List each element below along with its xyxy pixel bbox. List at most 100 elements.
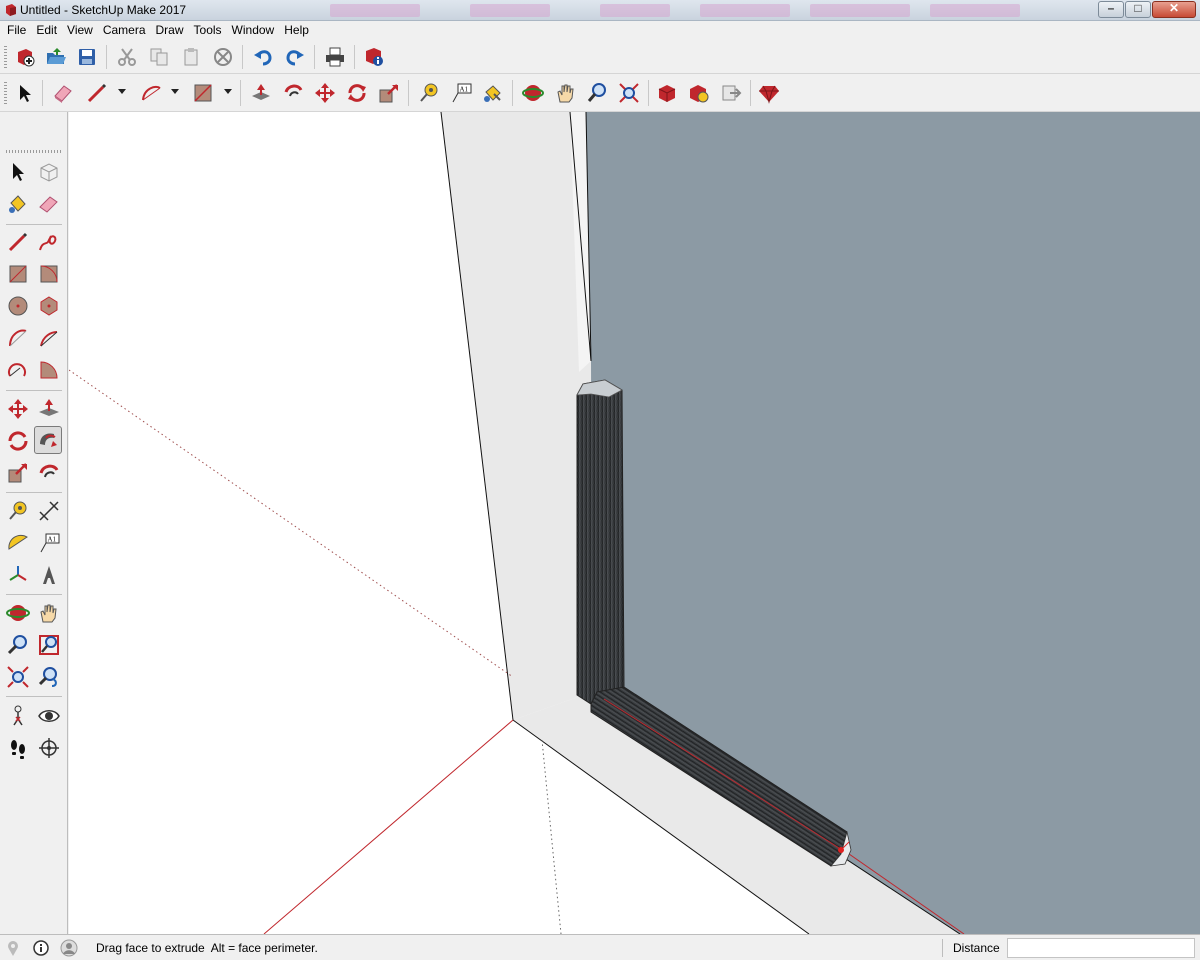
geo-location-icon[interactable] xyxy=(4,939,22,957)
3d-scene[interactable] xyxy=(69,112,1200,934)
orbit-icon[interactable] xyxy=(520,80,546,106)
dimension-icon[interactable] xyxy=(35,497,63,525)
zoom-icon[interactable] xyxy=(584,80,610,106)
palette-separator xyxy=(6,696,62,697)
eraser-icon[interactable] xyxy=(50,80,76,106)
text-icon[interactable]: A1 xyxy=(448,80,474,106)
freehand-icon[interactable] xyxy=(35,228,63,256)
rotated-rectangle-icon[interactable] xyxy=(35,260,63,288)
polygon-icon[interactable] xyxy=(35,292,63,320)
paint-bucket-icon[interactable] xyxy=(4,190,32,218)
measurements-input[interactable] xyxy=(1007,938,1195,958)
print-icon[interactable] xyxy=(322,44,348,70)
menu-draw[interactable]: Draw xyxy=(151,21,189,40)
shapes-dropdown-icon[interactable] xyxy=(223,86,233,96)
menu-camera[interactable]: Camera xyxy=(98,21,151,40)
scale-icon[interactable] xyxy=(4,459,32,487)
menu-bar: File Edit View Camera Draw Tools Window … xyxy=(0,21,1200,40)
open-icon[interactable] xyxy=(43,44,69,70)
tape-measure-icon[interactable] xyxy=(416,80,442,106)
new-icon[interactable] xyxy=(12,44,38,70)
make-component-icon[interactable] xyxy=(35,158,63,186)
protractor-icon[interactable] xyxy=(4,529,32,557)
undo-icon[interactable] xyxy=(250,44,276,70)
previous-view-icon[interactable] xyxy=(35,663,63,691)
rectangle-icon[interactable] xyxy=(4,260,32,288)
sign-in-icon[interactable] xyxy=(60,939,78,957)
circle-icon[interactable] xyxy=(4,292,32,320)
offset-icon[interactable] xyxy=(280,80,306,106)
extension-warehouse-icon[interactable] xyxy=(686,80,712,106)
window-title: Untitled - SketchUp Make 2017 xyxy=(20,3,187,17)
menu-edit[interactable]: Edit xyxy=(31,21,62,40)
move-icon[interactable] xyxy=(4,395,32,423)
save-icon[interactable] xyxy=(74,44,100,70)
ruby-icon[interactable] xyxy=(756,80,782,106)
section-plane-icon[interactable] xyxy=(35,734,63,762)
copy-icon[interactable] xyxy=(146,44,172,70)
model-info-icon[interactable] xyxy=(361,44,387,70)
toolbar-grip[interactable] xyxy=(4,82,7,104)
pan-icon[interactable] xyxy=(552,80,578,106)
minimize-button[interactable]: – xyxy=(1098,1,1124,18)
measurements-label: Distance xyxy=(953,941,1000,955)
red-axis-line xyxy=(263,719,514,934)
menu-file[interactable]: File xyxy=(2,21,31,40)
axes-icon[interactable] xyxy=(4,561,32,589)
menu-window[interactable]: Window xyxy=(227,21,280,40)
push-pull-icon[interactable] xyxy=(35,395,63,423)
menu-tools[interactable]: Tools xyxy=(189,21,227,40)
tape-measure-icon[interactable] xyxy=(4,497,32,525)
zoom-window-icon[interactable] xyxy=(35,631,63,659)
line-icon[interactable] xyxy=(4,228,32,256)
3d-text-icon[interactable] xyxy=(35,561,63,589)
zoom-extents-icon[interactable] xyxy=(616,80,642,106)
position-camera-icon[interactable] xyxy=(4,702,32,730)
eraser-icon[interactable] xyxy=(35,190,63,218)
palette-grip[interactable] xyxy=(6,150,62,153)
palette-separator xyxy=(6,594,62,595)
paste-icon[interactable] xyxy=(178,44,204,70)
look-around-icon[interactable] xyxy=(35,702,63,730)
orbit-icon[interactable] xyxy=(4,599,32,627)
three-point-arc-icon[interactable] xyxy=(4,356,32,384)
arc-icon[interactable] xyxy=(4,324,32,352)
zoom-extents-icon[interactable] xyxy=(4,663,32,691)
scale-icon[interactable] xyxy=(376,80,402,106)
paint-bucket-icon[interactable] xyxy=(480,80,506,106)
walk-icon[interactable] xyxy=(4,734,32,762)
menu-help[interactable]: Help xyxy=(279,21,314,40)
line-dropdown-icon[interactable] xyxy=(117,86,127,96)
offset-icon[interactable] xyxy=(35,459,63,487)
cut-icon[interactable] xyxy=(114,44,140,70)
close-button[interactable]: ✕ xyxy=(1152,1,1196,18)
modeling-viewport[interactable] xyxy=(69,112,1200,934)
text-icon[interactable]: A1 xyxy=(35,529,63,557)
layout-icon[interactable] xyxy=(718,80,744,106)
sketchup-logo-icon xyxy=(6,4,16,16)
pan-icon[interactable] xyxy=(35,599,63,627)
extruded-molding-vertical xyxy=(576,379,625,710)
pie-icon[interactable] xyxy=(35,356,63,384)
follow-me-icon[interactable] xyxy=(34,426,62,454)
redo-icon[interactable] xyxy=(282,44,308,70)
move-icon[interactable] xyxy=(312,80,338,106)
maximize-button[interactable]: □ xyxy=(1125,1,1151,18)
arc-dropdown-icon[interactable] xyxy=(170,86,180,96)
select-icon[interactable] xyxy=(4,158,32,186)
erase-icon[interactable] xyxy=(210,44,236,70)
two-point-arc-icon[interactable] xyxy=(35,324,63,352)
rectangle-icon[interactable] xyxy=(190,80,216,106)
rotate-icon[interactable] xyxy=(4,427,32,455)
menu-view[interactable]: View xyxy=(62,21,98,40)
credits-icon[interactable] xyxy=(32,939,50,957)
select-icon[interactable] xyxy=(12,80,38,106)
rotate-icon[interactable] xyxy=(344,80,370,106)
line-icon[interactable] xyxy=(84,80,110,106)
push-pull-icon[interactable] xyxy=(248,80,274,106)
3d-warehouse-icon[interactable] xyxy=(654,80,680,106)
arc-icon[interactable] xyxy=(138,80,164,106)
zoom-icon[interactable] xyxy=(4,631,32,659)
toolbar-grip[interactable] xyxy=(4,46,7,68)
background-tab-ghost xyxy=(700,4,790,17)
